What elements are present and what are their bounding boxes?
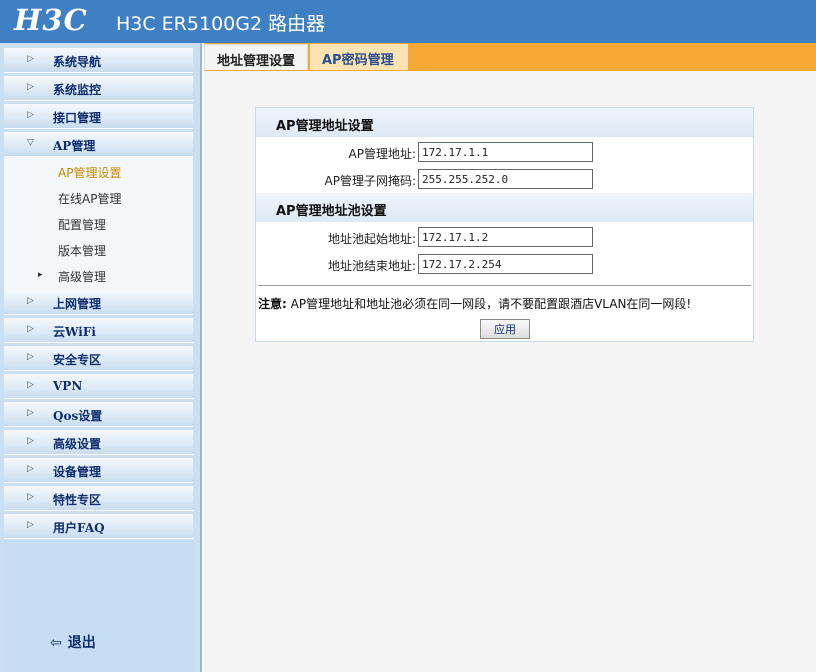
sidebar-item-label: 系统导航: [53, 55, 102, 69]
sidebar-item-security[interactable]: ▷ 安全专区: [4, 346, 193, 371]
ap-mask-input[interactable]: [418, 169, 593, 189]
tab-bar: 地址管理设置 AP密码管理: [204, 43, 816, 71]
ap-address-label: AP管理地址:: [348, 147, 417, 161]
chevron-right-icon: ▷: [27, 520, 34, 530]
sidebar-item-label: VPN: [53, 379, 83, 393]
settings-panel: AP管理地址设置 AP管理地址: AP管理子网掩码: AP管理地址池设置 地址池…: [255, 107, 754, 342]
sidebar-item-label: Qos设置: [53, 409, 103, 423]
h3c-logo: H3C: [14, 3, 88, 37]
note-text: 注意: AP管理地址和地址池必须在同一网段，请不要配置跟酒店VLAN在同一网段!: [258, 295, 691, 312]
sidebar-item-label: 安全专区: [53, 353, 102, 367]
submenu-ap-settings[interactable]: AP管理设置: [58, 164, 121, 181]
submenu-online-ap[interactable]: 在线AP管理: [58, 190, 121, 207]
chevron-right-icon: ▷: [27, 296, 34, 306]
tab-ap-password[interactable]: AP密码管理: [310, 44, 408, 70]
pool-start-input[interactable]: [418, 227, 593, 247]
logout-label: 退出: [67, 635, 96, 651]
sidebar: ▷ 系统导航 ▷ 系统监控 ▷ 接口管理 ▽ AP管理 AP管理设置 在线AP管…: [0, 43, 202, 672]
sidebar-item-ap[interactable]: ▽ AP管理: [4, 132, 193, 157]
sidebar-item-cloud-wifi[interactable]: ▷ 云WiFi: [4, 318, 193, 343]
sidebar-item-label: 用户FAQ: [53, 521, 105, 535]
sidebar-item-system-monitor[interactable]: ▷ 系统监控: [4, 76, 193, 101]
chevron-right-icon: ▷: [27, 352, 34, 362]
sidebar-item-label: 上网管理: [53, 297, 102, 311]
ap-address-input[interactable]: [418, 142, 593, 162]
apply-button[interactable]: 应用: [480, 319, 530, 339]
chevron-right-icon: ▷: [27, 380, 34, 390]
sidebar-item-qos[interactable]: ▷ Qos设置: [4, 402, 193, 427]
sidebar-item-label: 系统监控: [53, 83, 102, 97]
tab-address-settings[interactable]: 地址管理设置: [204, 44, 308, 70]
sidebar-item-advanced[interactable]: ▷ 高级设置: [4, 430, 193, 455]
submenu-config[interactable]: 配置管理: [58, 216, 106, 233]
sidebar-item-device[interactable]: ▷ 设备管理: [4, 458, 193, 483]
sidebar-footer: [4, 540, 193, 672]
chevron-right-icon: ▷: [27, 110, 34, 120]
section-title-ap-address: AP管理地址设置: [256, 108, 753, 137]
chevron-down-icon: ▽: [27, 138, 34, 148]
chevron-right-icon: ▷: [27, 492, 34, 502]
expand-icon[interactable]: ▸: [38, 270, 43, 280]
chevron-right-icon: ▷: [27, 324, 34, 334]
chevron-right-icon: ▷: [27, 464, 34, 474]
sidebar-item-label: 云WiFi: [53, 325, 96, 339]
chevron-right-icon: ▷: [27, 54, 34, 64]
sidebar-item-label: 特性专区: [53, 493, 102, 507]
chevron-right-icon: ▷: [27, 408, 34, 418]
divider: [258, 285, 751, 286]
sidebar-item-label: AP管理: [53, 139, 96, 153]
sidebar-item-vpn[interactable]: ▷ VPN: [4, 374, 193, 399]
app-title: H3C ER5100G2 路由器: [116, 13, 326, 35]
section-title-ap-pool: AP管理地址池设置: [256, 193, 753, 222]
ap-mask-label: AP管理子网掩码:: [324, 174, 417, 188]
main-content: AP管理地址设置 AP管理地址: AP管理子网掩码: AP管理地址池设置 地址池…: [204, 71, 816, 672]
sidebar-item-label: 设备管理: [53, 465, 102, 479]
app-header: H3C H3C ER5100G2 路由器: [0, 0, 816, 43]
pool-start-label: 地址池起始地址:: [327, 232, 416, 246]
chevron-right-icon: ▷: [27, 82, 34, 92]
sidebar-item-label: 接口管理: [53, 111, 102, 125]
pool-end-input[interactable]: [418, 254, 593, 274]
note-body: AP管理地址和地址池必须在同一网段，请不要配置跟酒店VLAN在同一网段!: [286, 297, 692, 311]
sidebar-item-faq[interactable]: ▷ 用户FAQ: [4, 514, 193, 539]
sidebar-item-interface[interactable]: ▷ 接口管理: [4, 104, 193, 129]
sidebar-item-internet[interactable]: ▷ 上网管理: [4, 290, 193, 315]
submenu-version[interactable]: 版本管理: [58, 242, 106, 259]
sidebar-item-label: 高级设置: [53, 437, 102, 451]
note-prefix: 注意:: [258, 297, 287, 311]
pool-end-label: 地址池结束地址:: [327, 259, 416, 273]
sidebar-item-system-nav[interactable]: ▷ 系统导航: [4, 48, 193, 73]
chevron-right-icon: ▷: [27, 436, 34, 446]
logout-link[interactable]: ⇦ 退出: [50, 632, 96, 652]
sidebar-item-features[interactable]: ▷ 特性专区: [4, 486, 193, 511]
exit-icon: ⇦: [50, 635, 62, 651]
submenu-advanced[interactable]: 高级管理: [58, 268, 106, 285]
